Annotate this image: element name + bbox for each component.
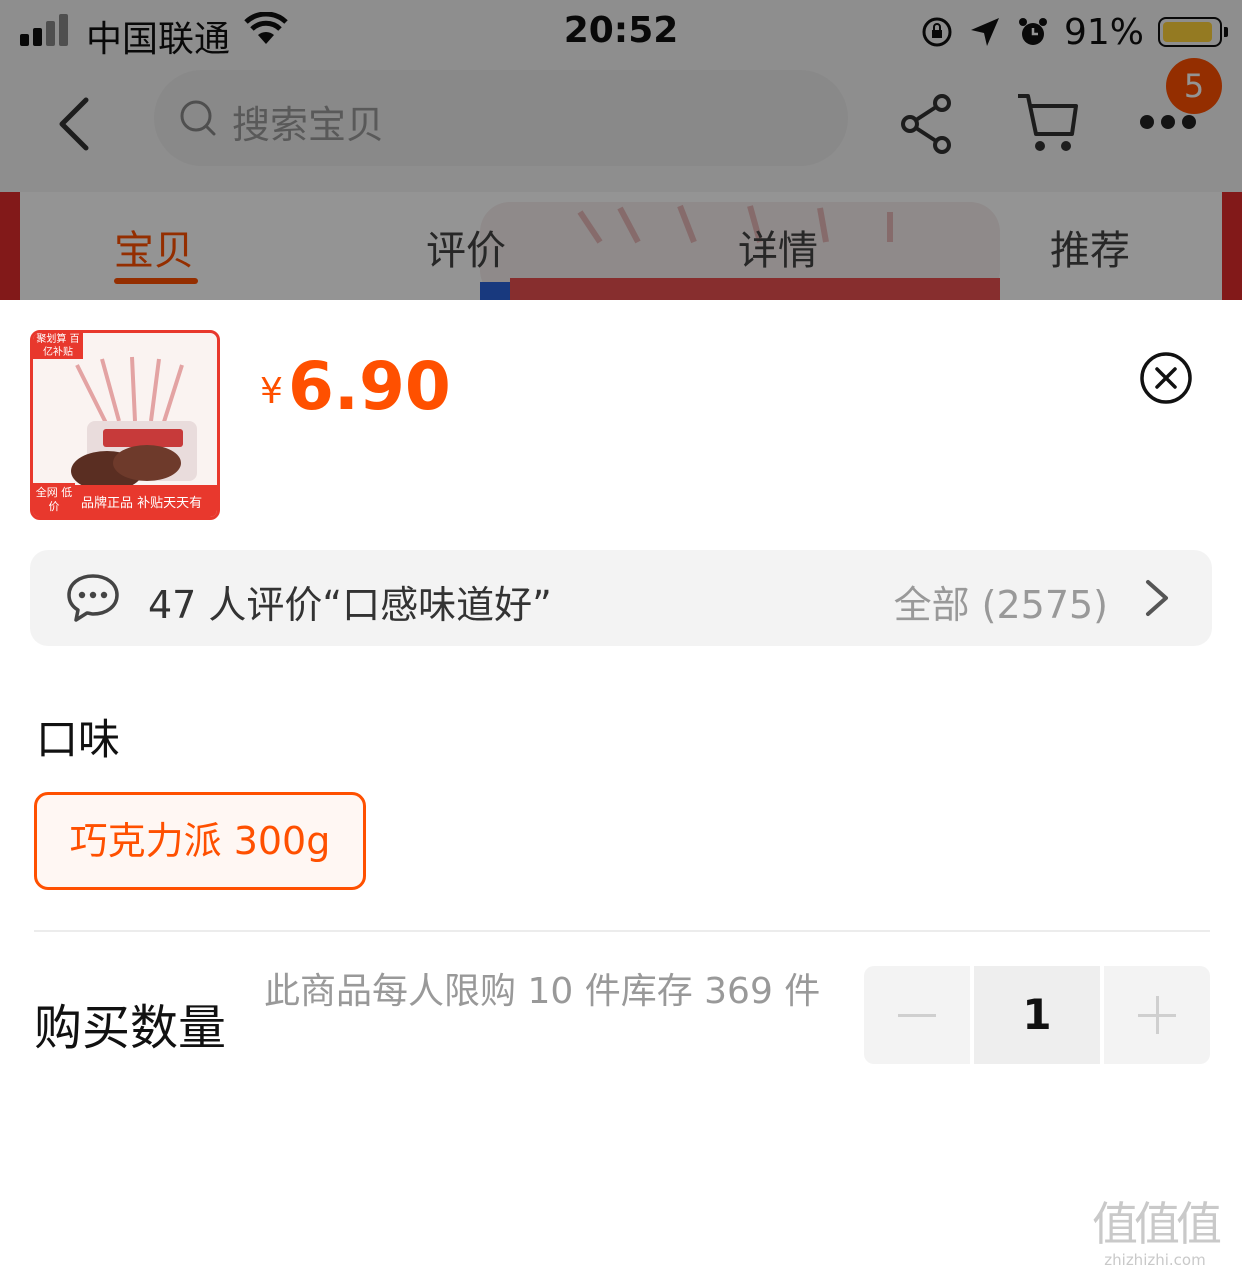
comment-icon: [67, 574, 119, 622]
product-price: ¥ 6.90: [260, 348, 451, 425]
review-highlight: 47 人评价“口感味道好”: [148, 583, 552, 627]
watermark-url: zhizhizhi.com: [1104, 1251, 1206, 1269]
flavor-option-chocolate-pie[interactable]: 巧克力派 300g: [34, 792, 366, 890]
watermark: 值值值 zhizhizhi.com: [1080, 1197, 1230, 1269]
review-all-count: 全部 (2575): [893, 583, 1108, 627]
close-icon[interactable]: [1138, 350, 1194, 406]
sku-selector-sheet: 聚划算 百亿补贴 全网 低价 品牌正品 补贴天天有 ¥ 6.90 47 人评价“…: [0, 300, 1242, 1277]
product-thumbnail: 聚划算 百亿补贴 全网 低价 品牌正品 补贴天天有: [30, 330, 220, 520]
chevron-right-icon: [1146, 580, 1168, 616]
watermark-logo: 值值值: [1092, 1197, 1222, 1251]
review-summary-bar[interactable]: 47 人评价“口感味道好” 全部 (2575): [30, 550, 1212, 646]
quantity-stepper: 1: [864, 966, 1210, 1064]
quantity-input[interactable]: 1: [974, 966, 1100, 1064]
modal-overlay[interactable]: [0, 0, 1242, 300]
product-image: [71, 356, 197, 491]
decrease-quantity-button[interactable]: [864, 966, 970, 1064]
purchase-limit-note: 此商品每人限购 10 件库存 369 件: [264, 971, 821, 1012]
thumb-promo-tag: 聚划算 百亿补贴: [33, 333, 83, 359]
currency-symbol: ¥: [260, 371, 283, 412]
thumb-banner-text: 品牌正品 补贴天天有: [81, 496, 203, 511]
divider: [34, 930, 1210, 932]
price-amount: 6.90: [288, 348, 451, 425]
increase-quantity-button[interactable]: [1104, 966, 1210, 1064]
thumb-low-price-badge: 全网 低价: [33, 483, 75, 517]
flavor-section-title: 口味: [36, 715, 121, 764]
quantity-label: 购买数量: [34, 1000, 227, 1056]
